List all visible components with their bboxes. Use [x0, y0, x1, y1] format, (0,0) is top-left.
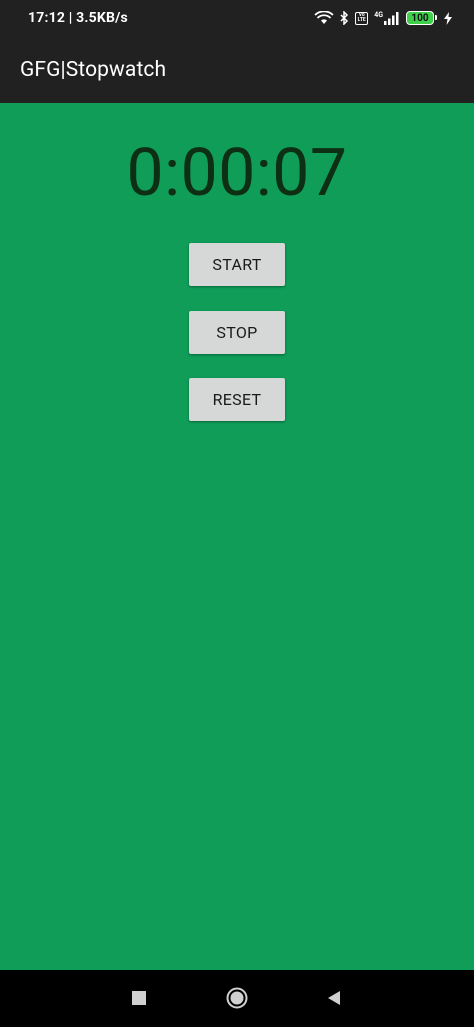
charging-icon — [444, 11, 452, 25]
battery-icon: 100 — [406, 11, 437, 25]
navigation-bar — [0, 970, 474, 1027]
app-title: GFG|Stopwatch — [20, 57, 167, 82]
status-bar: 17:12 | 3.5KB/s Vo LTE 4G 100 — [0, 0, 474, 36]
back-icon[interactable] — [321, 985, 347, 1011]
battery-level: 100 — [411, 12, 429, 24]
network-type: 4G — [374, 10, 383, 19]
recents-icon[interactable] — [126, 985, 152, 1011]
status-icons: Vo LTE 4G 100 — [314, 11, 452, 25]
reset-button[interactable]: RESET — [189, 378, 285, 421]
wifi-icon — [314, 11, 334, 25]
stop-button[interactable]: STOP — [189, 311, 285, 354]
volte-icon: Vo LTE — [355, 11, 369, 25]
status-time-speed: 17:12 | 3.5KB/s — [28, 10, 128, 26]
home-icon[interactable] — [224, 985, 250, 1011]
stopwatch-content: 0:00:07 START STOP RESET — [0, 103, 474, 970]
signal-4g-icon: 4G — [374, 10, 400, 25]
volte-label-bottom: LTE — [357, 17, 366, 23]
timer-display: 0:00:07 — [126, 135, 348, 212]
start-button[interactable]: START — [189, 243, 285, 286]
app-bar: GFG|Stopwatch — [0, 36, 474, 103]
bluetooth-icon — [340, 11, 349, 25]
